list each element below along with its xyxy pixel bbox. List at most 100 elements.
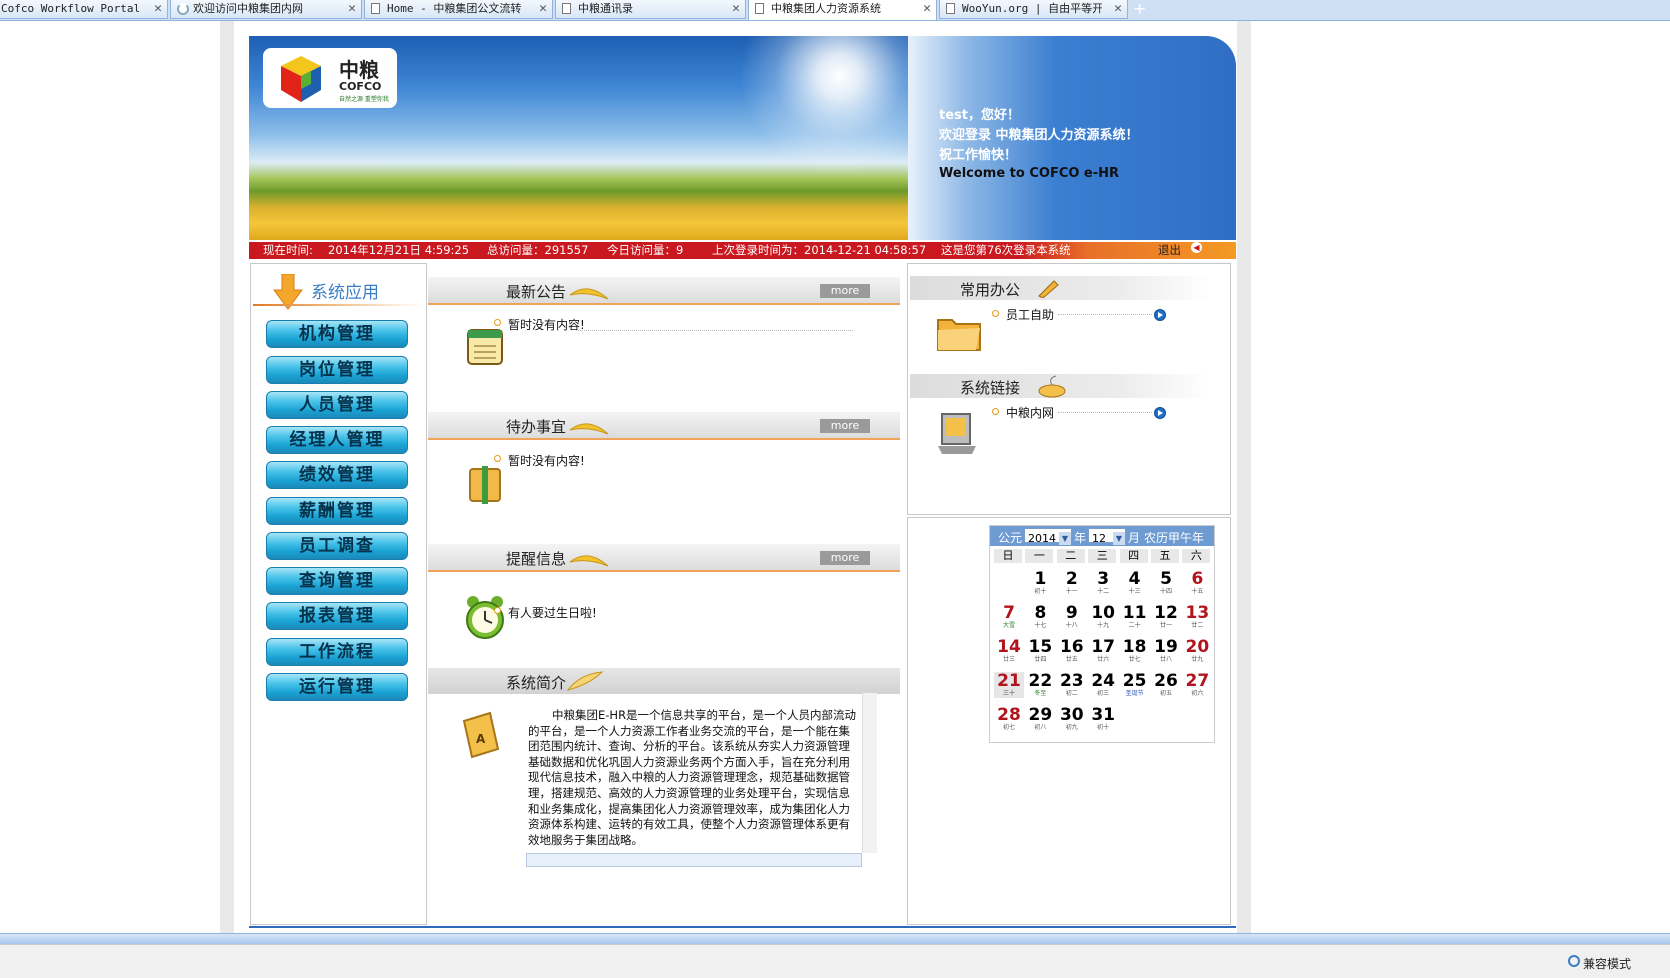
- calendar-day[interactable]: 14 廿三: [994, 638, 1024, 664]
- calendar-day[interactable]: 21 三十: [994, 672, 1024, 698]
- tab-directory[interactable]: 中粮通讯录 ✕: [555, 0, 746, 19]
- todo-header: 待办事宜 more: [428, 412, 900, 440]
- menu-position-management[interactable]: 岗位管理: [266, 356, 408, 384]
- calendar-day[interactable]: 11 二十: [1120, 604, 1150, 630]
- reminder-more-button[interactable]: more: [820, 551, 870, 565]
- calendar-day[interactable]: 10 十九: [1088, 604, 1118, 630]
- notice-item[interactable]: 暂时没有内容!: [508, 316, 585, 333]
- calendar-day[interactable]: 30 初九: [1057, 706, 1087, 732]
- calendar-day[interactable]: 24 初三: [1088, 672, 1118, 698]
- logout-link[interactable]: 退出: [1158, 242, 1181, 259]
- menu-manager-management[interactable]: 经理人管理: [266, 426, 408, 454]
- calendar-day[interactable]: 22 冬至: [1025, 672, 1055, 698]
- compatibility-mode[interactable]: 兼容模式: [1583, 955, 1631, 972]
- calendar-day[interactable]: 19 廿八: [1151, 638, 1181, 664]
- month-select[interactable]: 12 ▼: [1088, 528, 1126, 545]
- close-icon[interactable]: ✕: [1114, 0, 1122, 17]
- calendar-day[interactable]: 2 十一: [1057, 570, 1087, 596]
- document-icon: A: [462, 711, 500, 759]
- tab-label: 欢迎访问中粮集团内网: [193, 2, 303, 15]
- close-icon[interactable]: ✕: [923, 0, 931, 17]
- tab-hr-system[interactable]: 中粮集团人力资源系统 ✕: [748, 0, 937, 20]
- lunar-date: 初三: [1097, 690, 1110, 697]
- calendar-day[interactable]: 7 大雪: [994, 604, 1024, 630]
- lunar-date: 初十: [1097, 724, 1110, 731]
- menu-query-management[interactable]: 查询管理: [266, 567, 408, 595]
- calendar-day[interactable]: 20 廿九: [1182, 638, 1212, 664]
- menu-operations-management[interactable]: 运行管理: [266, 673, 408, 701]
- cofco-logo[interactable]: 中粮 COFCO 自然之源 重塑你我: [263, 48, 397, 108]
- calendar-day[interactable]: 28 初七: [994, 706, 1024, 732]
- lunar-date: 十四: [1159, 588, 1172, 595]
- calendar-day[interactable]: 3 十二: [1088, 570, 1118, 596]
- weekday-header: 五: [1151, 549, 1179, 563]
- calendar-day[interactable]: 13 廿二: [1182, 604, 1212, 630]
- todo-item[interactable]: 暂时没有内容!: [508, 452, 585, 469]
- lunar-date: 廿四: [1034, 656, 1047, 663]
- menu-workflow[interactable]: 工作流程: [266, 638, 408, 666]
- logout-arrow-icon[interactable]: ◀: [1191, 242, 1202, 253]
- menu-personnel-management[interactable]: 人员管理: [266, 391, 408, 419]
- calendar-day[interactable]: 31 初十: [1088, 706, 1118, 732]
- lunar-date: 十三: [1128, 588, 1141, 595]
- page-icon: [562, 3, 571, 14]
- calendar-day[interactable]: 6 十五: [1182, 570, 1212, 596]
- calendar-day[interactable]: 5 十四: [1151, 570, 1181, 596]
- close-icon[interactable]: ✕: [154, 0, 162, 17]
- calendar-day[interactable]: 16 廿五: [1057, 638, 1087, 664]
- menu-employee-survey[interactable]: 员工调查: [266, 532, 408, 560]
- vertical-scrollbar[interactable]: [862, 693, 877, 853]
- page-icon: [371, 3, 380, 14]
- calendar-day[interactable]: 1 初十: [1025, 570, 1055, 596]
- year-select[interactable]: 2014 ▼: [1024, 528, 1072, 545]
- calendar-day[interactable]: 29 初八: [1025, 706, 1055, 732]
- calendar-day[interactable]: 25 圣诞节: [1120, 672, 1150, 698]
- todo-more-button[interactable]: more: [820, 419, 870, 433]
- lunar-date: 初六: [1191, 690, 1204, 697]
- calendar-day[interactable]: 8 十七: [1025, 604, 1055, 630]
- close-icon[interactable]: ✕: [348, 0, 356, 17]
- today-visits: 今日访问量：9: [607, 243, 684, 257]
- tab-document-flow[interactable]: Home - 中粮集团公文流转 ✕: [364, 0, 553, 19]
- employee-self-service-link[interactable]: 员工自助: [1006, 306, 1054, 323]
- tab-cofco-workflow[interactable]: Cofco Workflow Portal ✕: [0, 0, 168, 19]
- lunar-date: 十五: [1191, 588, 1204, 595]
- horizontal-scrollbar[interactable]: [526, 853, 862, 867]
- close-icon[interactable]: ✕: [539, 0, 547, 17]
- calendar-day[interactable]: 15 廿四: [1025, 638, 1055, 664]
- new-tab-button[interactable]: +: [1133, 0, 1146, 18]
- info-status-bar: 现在时间: 2014年12月21日 4:59:25 总访问量：291557 今日…: [249, 242, 1236, 259]
- day-number: 8: [1034, 603, 1047, 623]
- calendar-day[interactable]: 9 十八: [1057, 604, 1087, 630]
- reminder-item[interactable]: 有人要过生日啦!: [508, 604, 597, 621]
- menu-report-management[interactable]: 报表管理: [266, 602, 408, 630]
- calendar-day[interactable]: 17 廿六: [1088, 638, 1118, 664]
- close-icon[interactable]: ✕: [732, 0, 740, 17]
- go-arrow-icon[interactable]: [1154, 309, 1166, 321]
- notice-more-button[interactable]: more: [820, 284, 870, 298]
- lunar-date: 初二: [1065, 690, 1078, 697]
- page-horizontal-scrollbar[interactable]: [0, 933, 1670, 944]
- calendar-day[interactable]: 27 初六: [1182, 672, 1212, 698]
- year-label: 年: [1074, 531, 1087, 545]
- tab-intranet[interactable]: 欢迎访问中粮集团内网 ✕: [170, 0, 362, 19]
- tab-wooyun[interactable]: WooYun.org | 自由平等开放 ✕: [939, 0, 1128, 19]
- cofco-intranet-link[interactable]: 中粮内网: [1006, 404, 1054, 421]
- menu-salary-management[interactable]: 薪酬管理: [266, 497, 408, 525]
- menu-org-management[interactable]: 机构管理: [266, 320, 408, 348]
- intro-header: 系统简介: [428, 668, 900, 694]
- year-value: 2014: [1028, 532, 1056, 545]
- menu-performance-management[interactable]: 绩效管理: [266, 461, 408, 489]
- calendar-day[interactable]: 4 十三: [1120, 570, 1150, 596]
- lunar-date: 十一: [1065, 588, 1078, 595]
- welcome-line-3: 祝工作愉快！: [939, 148, 1018, 163]
- go-arrow-icon[interactable]: [1154, 407, 1166, 419]
- calendar-day[interactable]: 18 廿七: [1120, 638, 1150, 664]
- weekday-header: 一: [1025, 549, 1054, 563]
- calendar-day[interactable]: 23 初二: [1057, 672, 1087, 698]
- calendar-day[interactable]: 26 初五: [1151, 672, 1181, 698]
- time-value: 2014年12月21日 4:59:25: [328, 243, 470, 257]
- feather-icon: [566, 671, 604, 691]
- day-number: 29: [1028, 705, 1053, 725]
- calendar-day[interactable]: 12 廿一: [1151, 604, 1181, 630]
